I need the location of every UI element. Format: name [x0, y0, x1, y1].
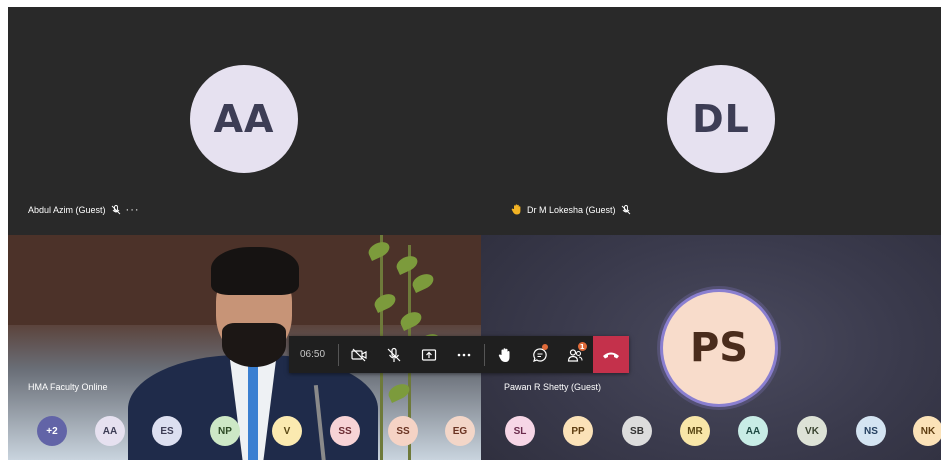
meeting-controls-bar: 06:50 1: [289, 336, 629, 373]
participant-name-label: Abdul Azim (Guest) ···: [28, 204, 140, 216]
camera-off-icon: [351, 348, 367, 361]
divider: [338, 343, 339, 366]
participant-avatar-chip[interactable]: PP: [563, 416, 593, 446]
leave-call-button[interactable]: [592, 336, 629, 373]
participant-name-label: HMA Faculty Online: [28, 382, 108, 392]
avatar: AA: [190, 65, 298, 173]
avatar: PS: [663, 292, 775, 404]
participants-count-badge: 1: [577, 342, 587, 351]
raised-hand-icon: [511, 204, 521, 215]
mic-off-icon: [387, 347, 401, 362]
person-lanyard: [248, 365, 258, 460]
mic-off-icon: [621, 204, 630, 214]
participant-avatar-chip[interactable]: V: [272, 416, 302, 446]
person-beard: [222, 323, 286, 367]
share-screen-icon: [422, 348, 437, 361]
participant-avatar-chip[interactable]: NS: [856, 416, 886, 446]
divider: [484, 343, 485, 366]
participant-avatar-chip[interactable]: SS: [330, 416, 360, 446]
person-hair: [211, 247, 299, 295]
participant-avatar-chip[interactable]: SS: [388, 416, 418, 446]
chat-button[interactable]: [522, 336, 557, 373]
participant-name-label: Dr M Lokesha (Guest): [511, 204, 631, 215]
video-tile-abdul-azim[interactable]: AA Abdul Azim (Guest) ···: [8, 7, 481, 235]
raise-hand-button[interactable]: [487, 336, 522, 373]
participant-avatar-chip[interactable]: EG: [445, 416, 475, 446]
camera-off-button[interactable]: [341, 336, 376, 373]
more-participants-chip[interactable]: +2: [37, 416, 67, 446]
video-tile-lokesha[interactable]: DL Dr M Lokesha (Guest): [481, 7, 941, 235]
more-actions-button[interactable]: [447, 336, 482, 373]
share-screen-button[interactable]: [412, 336, 447, 373]
participant-name-label: Pawan R Shetty (Guest): [504, 382, 601, 392]
participant-avatar-chip[interactable]: SB: [622, 416, 652, 446]
participant-avatar-chip[interactable]: SL: [505, 416, 535, 446]
more-icon: [458, 353, 471, 356]
participant-name: HMA Faculty Online: [28, 382, 108, 392]
participant-name: Pawan R Shetty (Guest): [504, 382, 602, 392]
participant-name: Abdul Azim (Guest): [28, 205, 106, 215]
mic-off-button[interactable]: [376, 336, 411, 373]
participant-avatar-chip[interactable]: AA: [738, 416, 768, 446]
participant-avatar-chip[interactable]: NP: [210, 416, 240, 446]
call-timer: 06:50: [299, 349, 326, 360]
participant-avatar-chip[interactable]: VK: [797, 416, 827, 446]
participant-name: Dr M Lokesha (Guest): [527, 204, 616, 215]
participant-avatar-chip[interactable]: AA: [95, 416, 125, 446]
more-options-icon[interactable]: ···: [126, 204, 140, 216]
raise-hand-icon: [498, 347, 510, 362]
participant-avatar-chip[interactable]: MR: [680, 416, 710, 446]
avatar: DL: [667, 65, 775, 173]
hang-up-icon: [602, 352, 619, 358]
participants-button[interactable]: 1: [557, 336, 592, 373]
mic-off-icon: [111, 205, 120, 215]
participant-avatar-chip[interactable]: ES: [152, 416, 182, 446]
participant-avatar-chip[interactable]: NK: [913, 416, 941, 446]
